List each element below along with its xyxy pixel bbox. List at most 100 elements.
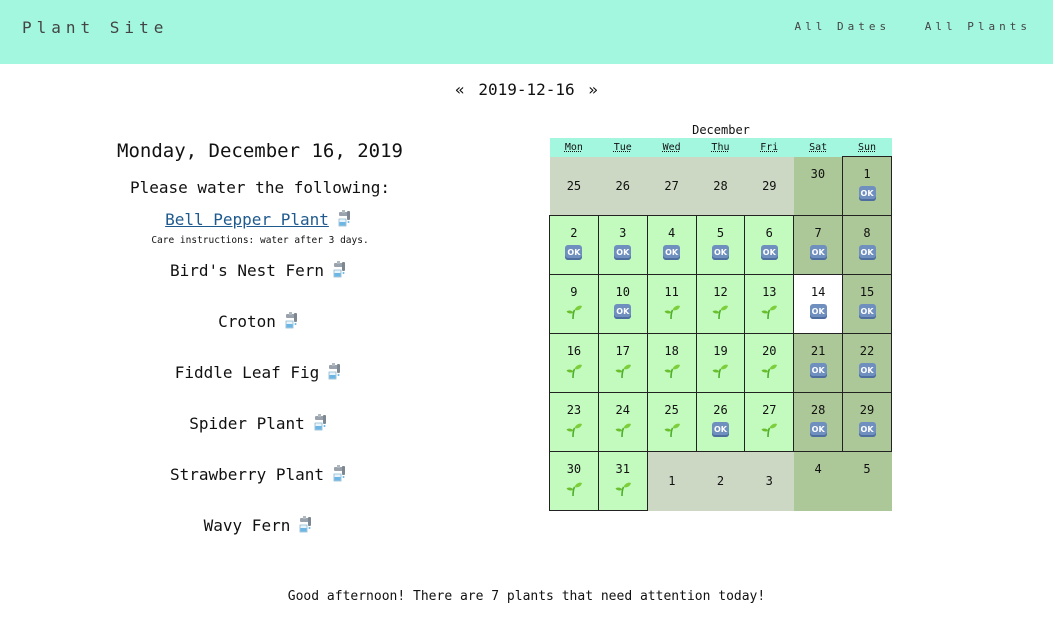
day-number: 4: [667, 226, 676, 240]
calendar-week-row: 30 31 1 2 3 4 5: [549, 451, 892, 511]
calendar-week-row: 9 10 OK 11 12 13 14 OK 15 OK: [549, 274, 892, 334]
calendar-day[interactable]: 6 OK: [744, 215, 795, 275]
day-number: 18: [664, 344, 679, 358]
calendar-day[interactable]: 29 OK: [842, 392, 892, 452]
calendar-day[interactable]: 5 OK: [695, 215, 746, 275]
calendar-day[interactable]: 13: [744, 274, 795, 334]
ok-icon: OK: [711, 245, 729, 260]
sprout-icon: [760, 420, 778, 438]
calendar-day[interactable]: 2: [696, 451, 745, 511]
watering-tap-icon[interactable]: [332, 464, 350, 482]
calendar-week-row: 23 24 25 26 OK 27 28 OK 29 OK: [549, 392, 892, 452]
next-date-button[interactable]: »: [584, 80, 602, 99]
calendar-day[interactable]: 29: [744, 156, 794, 216]
calendar-day[interactable]: 3 OK: [597, 215, 648, 275]
weekday-header: Mon: [549, 138, 599, 157]
calendar-day[interactable]: 8 OK: [842, 215, 892, 275]
calendar-day[interactable]: 15 OK: [842, 274, 892, 334]
day-number: 20: [762, 344, 777, 358]
watering-tap-icon[interactable]: [332, 260, 350, 278]
calendar-day[interactable]: 28 OK: [793, 392, 844, 452]
calendar-day[interactable]: 4 OK: [646, 215, 697, 275]
calendar-day[interactable]: 28: [696, 156, 745, 216]
weekday-header: Sun: [842, 138, 892, 157]
calendar-day[interactable]: 1 OK: [842, 156, 892, 216]
day-number: 26: [615, 178, 630, 193]
calendar-day[interactable]: 24: [597, 392, 648, 452]
day-number: 4: [814, 462, 822, 476]
calendar-day[interactable]: 10 OK: [597, 274, 648, 334]
weekday-header: Thu: [696, 138, 745, 157]
plant-item: Wavy Fern: [90, 514, 430, 565]
current-date: 2019-12-16: [478, 80, 575, 99]
day-number: 13: [762, 285, 777, 299]
calendar-day[interactable]: 9: [549, 274, 599, 334]
day-number: 1: [863, 167, 871, 181]
plant-name: Wavy Fern: [203, 516, 291, 535]
calendar-day[interactable]: 30: [793, 156, 843, 216]
watering-prompt: Please water the following:: [129, 178, 391, 197]
calendar-day[interactable]: 22 OK: [842, 333, 892, 393]
calendar-day[interactable]: 21 OK: [793, 333, 844, 393]
calendar-day[interactable]: 11: [646, 274, 697, 334]
day-number: 31: [615, 462, 630, 476]
day-number: 19: [713, 344, 728, 358]
calendar-day[interactable]: 18: [646, 333, 697, 393]
calendar-day[interactable]: 27: [647, 156, 697, 216]
day-number: 5: [716, 226, 725, 240]
weekday-header: Tue: [598, 138, 648, 157]
ok-icon: OK: [809, 304, 827, 319]
calendar-day[interactable]: 19: [695, 333, 746, 393]
day-number: 9: [570, 285, 578, 299]
calendar-day[interactable]: 30: [549, 451, 599, 511]
calendar-day[interactable]: 23: [549, 392, 599, 452]
calendar-day[interactable]: 26: [598, 156, 648, 216]
watering-tap-icon[interactable]: [327, 362, 345, 380]
calendar-day[interactable]: 4: [793, 451, 843, 511]
day-title: Monday, December 16, 2019: [117, 140, 403, 162]
ok-icon: OK: [858, 304, 876, 319]
calendar-day[interactable]: 27: [744, 392, 795, 452]
sprout-icon: [760, 361, 778, 379]
ok-icon: OK: [663, 245, 681, 260]
sprout-icon: [711, 302, 729, 320]
day-number: 8: [863, 226, 871, 240]
calendar-month: December: [692, 123, 750, 137]
sprout-icon: [565, 420, 583, 438]
calendar-day[interactable]: 20: [744, 333, 795, 393]
watering-tap-icon[interactable]: [313, 413, 331, 431]
calendar-day[interactable]: 25: [549, 156, 599, 216]
calendar-day[interactable]: 25: [646, 392, 697, 452]
plant-link[interactable]: Bell Pepper Plant: [165, 210, 329, 229]
calendar-grid: Mon Tue Wed Thu Fri Sat Sun 25 26 27 28 29 30 1 OK 2 OK…: [549, 138, 892, 511]
watering-tap-icon[interactable]: [284, 311, 302, 329]
ok-icon: OK: [809, 422, 827, 437]
site-brand-link[interactable]: Plant Site: [22, 18, 168, 37]
calendar-day[interactable]: 31: [597, 451, 648, 511]
calendar-day[interactable]: 12: [695, 274, 746, 334]
calendar-day[interactable]: 1: [647, 451, 697, 511]
calendar: December Mon Tue Wed Thu Fri Sat Sun 25 26 27 28 2…: [549, 122, 893, 511]
watering-tap-icon[interactable]: [298, 515, 316, 533]
nav-all-dates[interactable]: All Dates: [795, 20, 891, 33]
plant-item: Bell Pepper Plant Care instructions: wate…: [90, 208, 430, 259]
prev-date-button[interactable]: «: [451, 80, 469, 99]
calendar-day[interactable]: 7 OK: [793, 215, 844, 275]
calendar-day[interactable]: 5: [842, 451, 892, 511]
calendar-day[interactable]: 16: [549, 333, 599, 393]
day-number: 10: [615, 285, 630, 299]
calendar-day-today[interactable]: 14 OK: [793, 274, 844, 334]
day-number: 2: [570, 226, 578, 240]
nav-all-plants[interactable]: All Plants: [925, 20, 1031, 33]
day-number: 25: [664, 403, 679, 417]
watering-tap-icon[interactable]: [337, 209, 355, 227]
calendar-day[interactable]: 17: [597, 333, 648, 393]
top-bar: Plant Site All Dates All Plants: [0, 0, 1053, 64]
sprout-icon: [614, 479, 632, 497]
calendar-day[interactable]: 3: [744, 451, 794, 511]
sprout-icon: [663, 361, 681, 379]
plant-item: Bird's Nest Fern: [90, 259, 430, 310]
calendar-day[interactable]: 2 OK: [549, 215, 599, 275]
calendar-day[interactable]: 26 OK: [695, 392, 746, 452]
plant-item: Spider Plant: [90, 412, 430, 463]
